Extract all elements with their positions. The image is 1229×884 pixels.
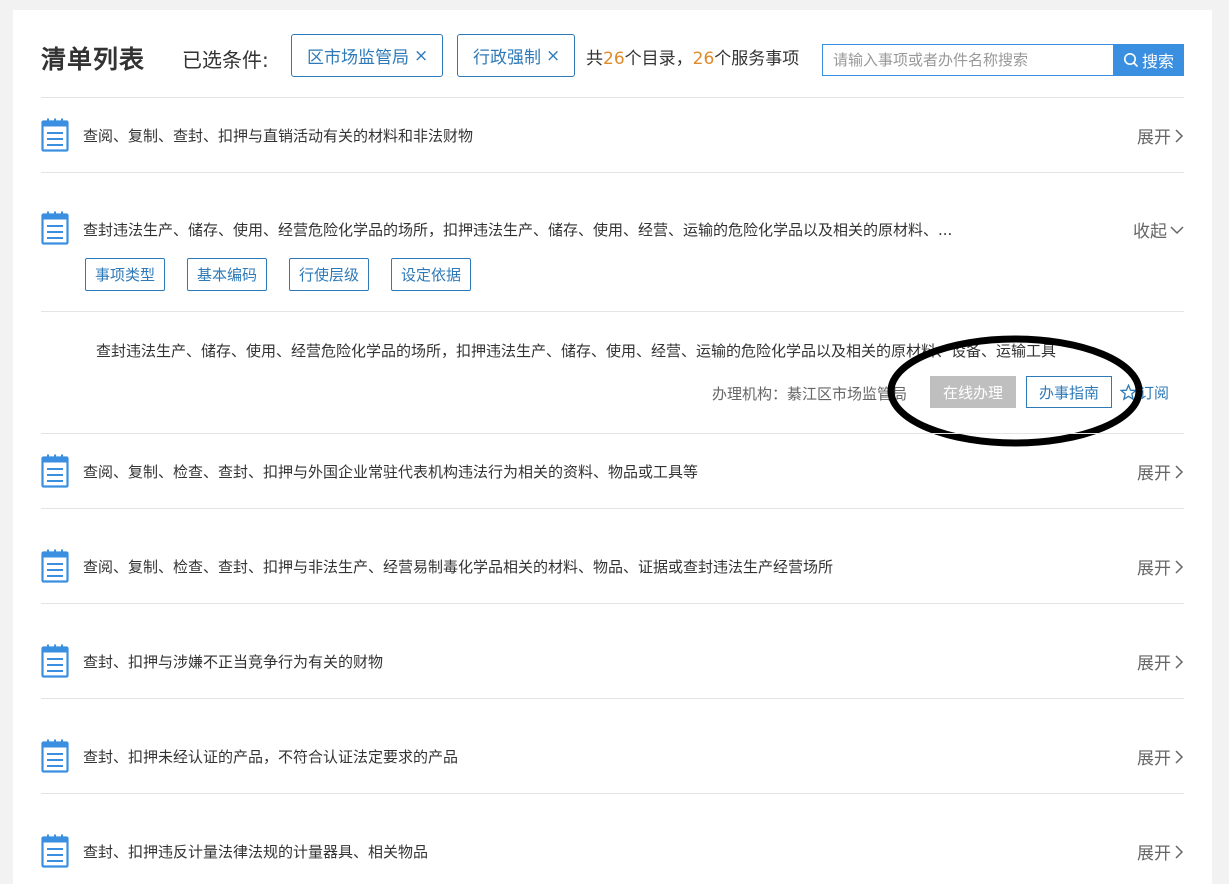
- chevron-right-icon: [1175, 128, 1184, 143]
- chevron-down-icon: [1170, 225, 1184, 234]
- star-icon: [1120, 384, 1137, 401]
- chevron-right-icon: [1175, 559, 1184, 574]
- service-count: 26: [692, 49, 715, 69]
- document-icon: [41, 454, 69, 488]
- service-suffix: 个服务事项: [714, 49, 800, 69]
- search-box: 搜索: [822, 44, 1184, 76]
- search-icon: [1123, 53, 1139, 68]
- document-icon: [41, 644, 69, 678]
- expand-label: 展开: [1137, 128, 1171, 148]
- expand-toggle[interactable]: 展开: [1137, 744, 1184, 769]
- document-icon: [41, 739, 69, 773]
- item-title[interactable]: 查封违法生产、储存、使用、经营危险化学品的场所，扣押违法生产、储存、使用、经营、…: [83, 219, 952, 240]
- filter-chip-admin-enforcement[interactable]: 行政强制 ×: [457, 34, 576, 77]
- list-item: 查阅、复制、检查、查封、扣押与非法生产、经营易制毒化学品相关的材料、物品、证据或…: [41, 509, 1184, 604]
- item-title[interactable]: 查封、扣押未经认证的产品，不符合认证法定要求的产品: [83, 746, 458, 767]
- tag-legal-basis[interactable]: 设定依据: [391, 258, 472, 291]
- chevron-right-icon: [1175, 749, 1184, 764]
- tag-exercise-level[interactable]: 行使层级: [289, 258, 370, 291]
- search-button[interactable]: 搜索: [1113, 44, 1184, 76]
- summary-prefix: 共: [586, 49, 603, 69]
- item-title[interactable]: 查阅、复制、检查、查封、扣押与非法生产、经营易制毒化学品相关的材料、物品、证据或…: [83, 556, 833, 577]
- list-item: 查阅、复制、检查、查封、扣押与外国企业常驻代表机构违法行为相关的资料、物品或工具…: [41, 434, 1184, 509]
- close-icon[interactable]: ×: [414, 46, 428, 66]
- catalog-count: 26: [603, 49, 625, 69]
- expand-toggle[interactable]: 展开: [1137, 839, 1184, 864]
- search-button-label: 搜索: [1141, 52, 1174, 71]
- result-summary: 共26个目录，26个服务事项: [586, 44, 799, 69]
- expand-label: 展开: [1137, 654, 1171, 674]
- list-panel: 清单列表 已选条件: 区市场监管局 × 行政强制 × 共26个目录，26个服务事…: [13, 10, 1212, 884]
- online-apply-button[interactable]: 在线办理: [930, 376, 1016, 408]
- list-header: 清单列表 已选条件: 区市场监管局 × 行政强制 × 共26个目录，26个服务事…: [13, 10, 1212, 98]
- service-item-name[interactable]: 查封违法生产、储存、使用、经营危险化学品的场所，扣押违法生产、储存、使用、经营、…: [96, 340, 1056, 361]
- tag-basic-code[interactable]: 基本编码: [187, 258, 268, 291]
- search-input[interactable]: [822, 44, 1113, 76]
- collapse-label: 收起: [1133, 222, 1167, 242]
- close-icon[interactable]: ×: [546, 46, 560, 66]
- chevron-right-icon: [1175, 464, 1184, 479]
- item-title[interactable]: 查阅、复制、检查、查封、扣押与外国企业常驻代表机构违法行为相关的资料、物品或工具…: [83, 461, 698, 482]
- list-item: 查封、扣押与涉嫌不正当竞争行为有关的财物 展开: [41, 604, 1184, 699]
- catalog-suffix: 个目录，: [624, 49, 693, 69]
- subscribe-label: 订阅: [1139, 384, 1170, 402]
- filter-chip-label: 行政强制: [473, 48, 541, 68]
- item-title[interactable]: 查封、扣押与涉嫌不正当竞争行为有关的财物: [83, 651, 383, 672]
- divider: [41, 311, 1184, 312]
- item-title[interactable]: 查封、扣押违反计量法律法规的计量器具、相关物品: [83, 841, 428, 862]
- filter-label: 已选条件:: [182, 48, 269, 72]
- document-icon: [41, 211, 69, 245]
- expand-label: 展开: [1137, 749, 1171, 769]
- filter-chip-label: 区市场监管局: [307, 48, 409, 68]
- document-icon: [41, 549, 69, 583]
- collapse-toggle[interactable]: 收起: [1133, 217, 1184, 242]
- item-title[interactable]: 查阅、复制、查封、扣押与直销活动有关的材料和非法财物: [83, 125, 473, 146]
- tag-item-type[interactable]: 事项类型: [85, 258, 166, 291]
- chevron-right-icon: [1175, 654, 1184, 669]
- service-guide-button[interactable]: 办事指南: [1026, 376, 1112, 408]
- expand-label: 展开: [1137, 464, 1171, 484]
- expand-toggle[interactable]: 展开: [1137, 554, 1184, 579]
- expand-label: 展开: [1137, 559, 1171, 579]
- subscribe-button[interactable]: 订阅: [1120, 382, 1169, 403]
- handling-organization: 办理机构：綦江区市场监管局: [712, 385, 908, 403]
- list-item: 查封、扣押未经认证的产品，不符合认证法定要求的产品 展开: [41, 699, 1184, 794]
- expand-toggle[interactable]: 展开: [1137, 459, 1184, 484]
- expand-toggle[interactable]: 展开: [1137, 123, 1184, 148]
- expand-label: 展开: [1137, 844, 1171, 864]
- document-icon: [41, 834, 69, 868]
- chevron-right-icon: [1175, 844, 1184, 859]
- list-item: 查阅、复制、查封、扣押与直销活动有关的材料和非法财物 展开: [41, 98, 1184, 173]
- page-title: 清单列表: [41, 45, 146, 74]
- document-icon: [41, 118, 69, 152]
- expand-toggle[interactable]: 展开: [1137, 649, 1184, 674]
- list-item: 查封、扣押违反计量法律法规的计量器具、相关物品 展开: [41, 794, 1184, 884]
- filter-chip-market-bureau[interactable]: 区市场监管局 ×: [291, 34, 444, 77]
